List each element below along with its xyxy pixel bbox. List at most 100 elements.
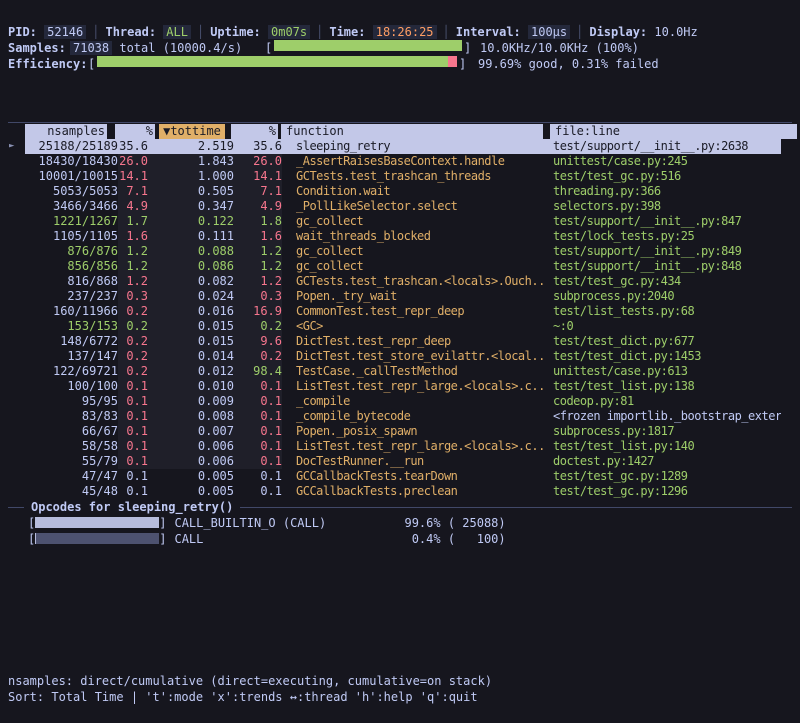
percent-cell: 1.2 (118, 244, 148, 259)
table-row[interactable]: 237/2370.30.0240.3Popen._try_waitsubproc… (25, 289, 781, 304)
table-row[interactable]: 856/8561.20.0861.2gc_collecttest/support… (25, 259, 781, 274)
table-row[interactable]: 153/1530.20.0150.2<GC>~:0 (25, 319, 781, 334)
cumpercent-cell: 0.1 (236, 439, 282, 454)
table-row[interactable]: 10001/1001514.11.00014.1GCTests.test_tra… (25, 169, 781, 184)
file-line-cell: selectors.py:398 (547, 199, 781, 214)
nsamples-cell: 5053/5053 (25, 184, 118, 199)
table-row[interactable]: 137/1470.20.0140.2DictTest.test_store_ev… (25, 349, 781, 364)
functions-line: Functions:881 total│478 exec│403 stack│3… (8, 88, 792, 104)
table-row[interactable]: 148/67720.20.0159.6DictTest.test_repr_de… (25, 334, 781, 349)
opcodes-panel: Opcodes for sleeping_retry() []CALL_BUIL… (8, 500, 792, 547)
header-table-divider (8, 122, 792, 123)
efficiency-bar-open: [ (88, 56, 95, 72)
percent-cell: 0.1 (118, 439, 148, 454)
table-row[interactable]: 160/119660.20.01616.9CommonTest.test_rep… (25, 304, 781, 319)
table-row[interactable]: 5053/50537.10.5057.1Condition.waitthread… (25, 184, 781, 199)
cumpercent-cell: 1.6 (236, 229, 282, 244)
nsamples-cell: 18430/18430 (25, 154, 118, 169)
function-cell: CommonTest.test_repr_deep (282, 304, 547, 319)
tottime-cell: 0.122 (148, 214, 236, 229)
tottime-cell: 0.086 (148, 259, 236, 274)
function-cell: GCTests.test_trashcan_threads (282, 169, 547, 184)
cumpercent-cell: 26.0 (236, 154, 282, 169)
file-line-cell: subprocess.py:1817 (547, 424, 781, 439)
file-line-cell: ~:0 (547, 319, 781, 334)
tottime-cell: 0.005 (148, 469, 236, 484)
table-row[interactable]: 1221/12671.70.1221.8gc_collecttest/suppo… (25, 214, 781, 229)
file-line-cell: unittest/case.py:245 (547, 154, 781, 169)
cumpercent-cell: 7.1 (236, 184, 282, 199)
percent-cell: 0.1 (118, 454, 148, 469)
nsamples-cell: 95/95 (25, 394, 118, 409)
opcode-pct: 99.6% ( 25088) (404, 516, 505, 530)
table-row[interactable]: 122/697210.20.01298.4TestCase._callTestM… (25, 364, 781, 379)
status-label: PID: (8, 25, 44, 39)
percent-cell: 26.0 (118, 154, 148, 169)
table-row[interactable]: 1105/11051.60.1111.6wait_threads_blocked… (25, 229, 781, 244)
table-row[interactable]: 45/480.10.0050.1GCCallbackTests.preclean… (25, 484, 781, 499)
table-row[interactable]: 25188/2518935.62.51935.6sleeping_retryte… (25, 139, 781, 154)
table-row[interactable]: 816/8681.20.0821.2GCTests.test_trashcan.… (25, 274, 781, 289)
cumpercent-cell: 4.9 (236, 199, 282, 214)
table-row[interactable]: 100/1000.10.0100.1ListTest.test_repr_lar… (25, 379, 781, 394)
samples-bar-close: ] (464, 40, 471, 56)
percent-cell: 0.1 (118, 379, 148, 394)
nsamples-cell: 83/83 (25, 409, 118, 424)
column-header-fileline[interactable]: file:line (550, 124, 797, 139)
table-row[interactable]: 58/580.10.0060.1ListTest.test_repr_large… (25, 439, 781, 454)
column-header-[interactable]: % (115, 124, 155, 139)
file-line-cell: test/support/__init__.py:849 (547, 244, 781, 259)
tottime-cell: 0.015 (148, 334, 236, 349)
nsamples-cell: 3466/3466 (25, 199, 118, 214)
function-cell: Popen._try_wait (282, 289, 547, 304)
cumpercent-cell: 0.2 (236, 319, 282, 334)
functions-table: nsamples%▼tottime%functionfile:line 2518… (25, 124, 781, 499)
percent-cell: 0.3 (118, 289, 148, 304)
table-row[interactable]: 876/8761.20.0881.2gc_collecttest/support… (25, 244, 781, 259)
opcode-ratio-bar (35, 533, 159, 544)
status-label: Thread: (105, 25, 163, 39)
file-line-cell: test/test_gc.py:1296 (547, 484, 781, 499)
cumpercent-cell: 0.1 (236, 469, 282, 484)
column-header-[interactable]: % (231, 124, 278, 139)
tottime-cell: 0.009 (148, 394, 236, 409)
column-header-nsamples[interactable]: nsamples (25, 124, 107, 139)
file-line-cell: test/support/__init__.py:847 (547, 214, 781, 229)
efficiency-bar-close: ] (459, 56, 466, 72)
threads-line: Threads:36.3% on gil│63.7% off gil│0.0% … (8, 72, 792, 88)
column-header-function[interactable]: function (281, 124, 543, 139)
status-value: 18:26:25 (373, 25, 437, 39)
tottime-cell: 0.347 (148, 199, 236, 214)
samples-value: 71038 total (10000.4/s) (70, 40, 242, 56)
percent-cell: 0.2 (118, 349, 148, 364)
cumpercent-cell: 1.2 (236, 274, 282, 289)
percent-cell: 1.2 (118, 259, 148, 274)
nsamples-cell: 1105/1105 (25, 229, 118, 244)
efficiency-line: Efficiency: [ ] 99.69% good, 0.31% faile… (8, 56, 792, 72)
nsamples-cell: 10001/10015 (25, 169, 118, 184)
tottime-cell: 0.007 (148, 424, 236, 439)
function-cell: DictTest.test_store_evilattr.<local... (282, 349, 547, 364)
status-value: ALL (163, 25, 191, 39)
percent-cell: 1.6 (118, 229, 148, 244)
table-row[interactable]: 66/670.10.0070.1Popen._posix_spawnsubpro… (25, 424, 781, 439)
column-header-tottime[interactable]: ▼tottime (159, 124, 225, 139)
table-row[interactable]: 47/470.10.0050.1GCCallbackTests.tearDown… (25, 469, 781, 484)
status-label: Display: (589, 25, 654, 39)
cumpercent-cell: 0.1 (236, 409, 282, 424)
file-line-cell: unittest/case.py:613 (547, 364, 781, 379)
file-line-cell: test/test_dict.py:1453 (547, 349, 781, 364)
function-cell: GCTests.test_trashcan.<locals>.Ouch... (282, 274, 547, 289)
table-row[interactable]: 83/830.10.0080.1_compile_bytecode<frozen… (25, 409, 781, 424)
opcode-ratio-bar (35, 517, 159, 528)
cumpercent-cell: 1.2 (236, 244, 282, 259)
percent-cell: 14.1 (118, 169, 148, 184)
table-row[interactable]: 18430/1843026.01.84326.0_AssertRaisesBas… (25, 154, 781, 169)
function-cell: _AssertRaisesBaseContext.handle (282, 154, 547, 169)
table-row[interactable]: 3466/34664.90.3474.9_PollLikeSelector.se… (25, 199, 781, 214)
tottime-cell: 0.006 (148, 454, 236, 469)
table-row[interactable]: 55/790.10.0060.1DocTestRunner.__rundocte… (25, 454, 781, 469)
table-row[interactable]: 95/950.10.0090.1_compilecodeop.py:81 (25, 394, 781, 409)
nsamples-cell: 55/79 (25, 454, 118, 469)
efficiency-text: 99.69% good, 0.31% failed (478, 56, 659, 72)
